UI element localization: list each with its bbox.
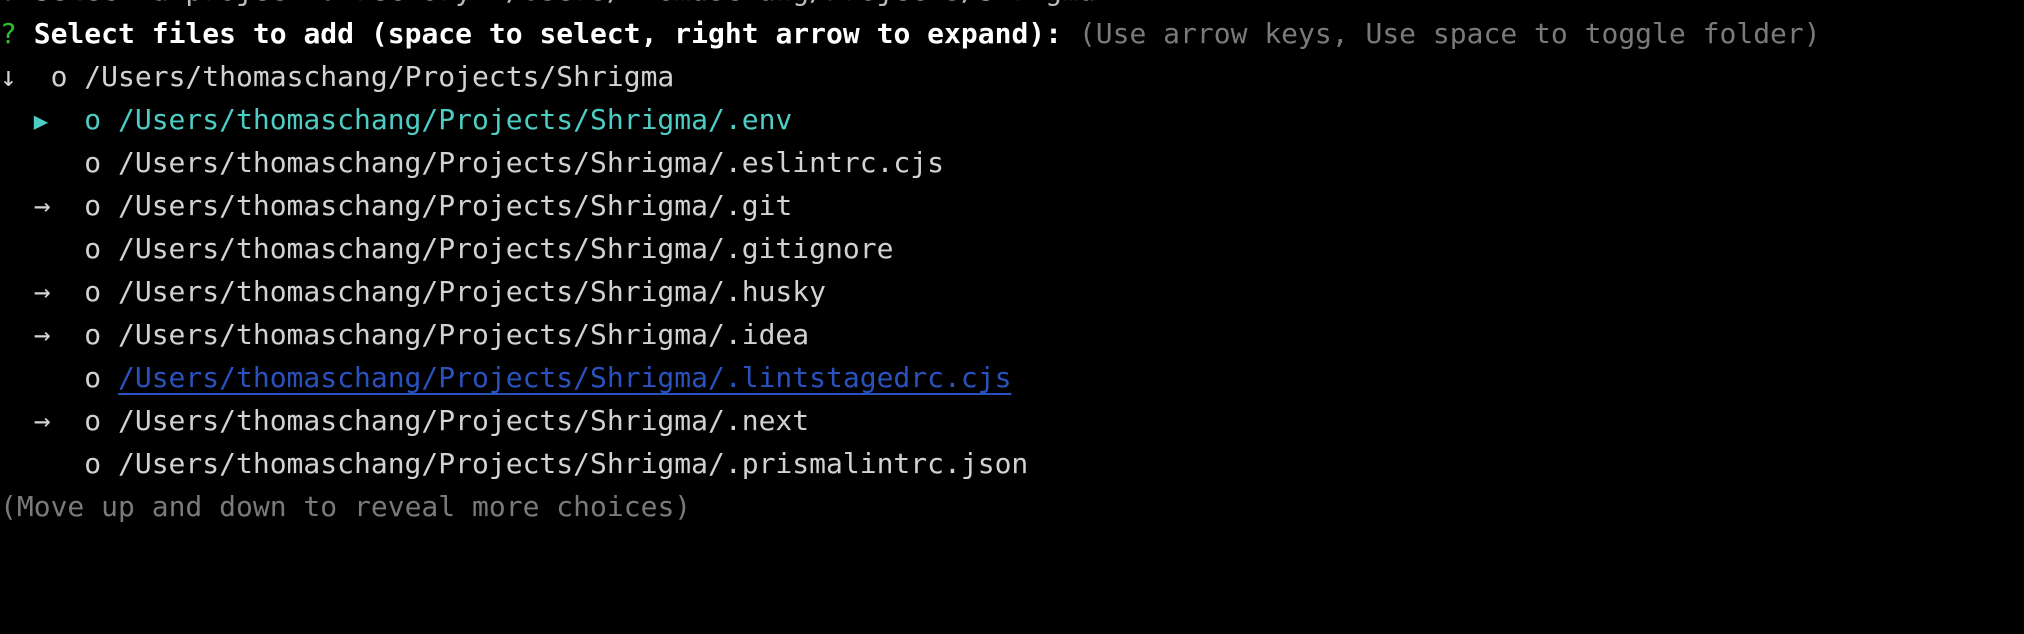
tree-row-spacer [34,442,85,485]
arrow-down-icon[interactable]: ↓ [0,55,51,98]
file-tree-list[interactable]: ↓ o /Users/thomaschang/Projects/Shrigma … [0,55,2024,485]
tree-row-gap [101,361,118,394]
arrow-right-icon[interactable]: → [34,270,85,313]
tree-row-gap [101,275,118,308]
tree-row-indent [0,356,34,399]
tree-row-gap [101,447,118,480]
tree-row[interactable]: → o /Users/thomaschang/Projects/Shrigma/… [0,184,2024,227]
tree-row-indent [0,313,34,356]
triangle-right-icon[interactable]: ▶ [34,98,85,143]
tree-row-gap [101,103,118,136]
checkbox-circle-icon[interactable]: o [84,361,101,394]
checkbox-circle-icon[interactable]: o [84,189,101,222]
tree-row[interactable]: ▶ o /Users/thomaschang/Projects/Shrigma/… [0,98,2024,141]
tree-row-label[interactable]: /Users/thomaschang/Projects/Shrigma/.esl… [118,146,944,179]
tree-row-label[interactable]: /Users/thomaschang/Projects/Shrigma [84,60,674,93]
arrow-right-icon[interactable]: → [34,313,85,356]
tree-row-indent [0,399,34,442]
terminal-content: ? Select files to add (space to select, … [0,0,2024,528]
prompt-hint: (Use arrow keys, Use space to toggle fol… [1078,17,1821,50]
tree-row-spacer [34,141,85,184]
tree-row-label[interactable]: /Users/thomaschang/Projects/Shrigma/.nex… [118,404,809,437]
prompt-message: Select files to add (space to select, ri… [17,17,1821,50]
tree-row[interactable]: ↓ o /Users/thomaschang/Projects/Shrigma [0,55,2024,98]
tree-row-label[interactable]: /Users/thomaschang/Projects/Shrigma/.git… [118,232,893,265]
tree-row-gap [101,146,118,179]
tree-row-indent [0,442,34,485]
tree-row-gap [67,60,84,93]
tree-row-indent [0,227,34,270]
tree-row[interactable]: → o /Users/thomaschang/Projects/Shrigma/… [0,399,2024,442]
tree-row[interactable]: o /Users/thomaschang/Projects/Shrigma/.e… [0,141,2024,184]
tree-row-gap [101,318,118,351]
checkbox-circle-icon[interactable]: o [84,275,101,308]
checkbox-circle-icon[interactable]: o [84,232,101,265]
terminal-window[interactable]: ? Select a project directory: /Users/tho… [0,0,2024,634]
tree-row-gap [101,189,118,222]
checkbox-circle-icon[interactable]: o [51,60,68,93]
tree-row-gap [101,404,118,437]
tree-row-spacer [34,227,85,270]
checkbox-circle-icon[interactable]: o [84,404,101,437]
tree-row-label[interactable]: /Users/thomaschang/Projects/Shrigma/.git [118,189,792,222]
tree-row-label[interactable]: /Users/thomaschang/Projects/Shrigma/.ide… [118,318,809,351]
tree-row[interactable]: o /Users/thomaschang/Projects/Shrigma/.l… [0,356,2024,399]
tree-row[interactable]: o /Users/thomaschang/Projects/Shrigma/.g… [0,227,2024,270]
question-marker-icon: ? [0,17,17,50]
arrow-right-icon[interactable]: → [34,399,85,442]
checkbox-circle-icon[interactable]: o [84,447,101,480]
checkbox-circle-icon[interactable]: o [84,146,101,179]
tree-row-gap [101,232,118,265]
tree-row[interactable]: → o /Users/thomaschang/Projects/Shrigma/… [0,270,2024,313]
prompt-message-text: Select files to add (space to select, ri… [33,17,1063,50]
tree-row-label[interactable]: /Users/thomaschang/Projects/Shrigma/.env [118,103,792,136]
tree-row-indent [0,184,34,227]
tree-row-indent [0,98,34,141]
footer-hint: (Move up and down to reveal more choices… [0,490,692,523]
checkbox-circle-icon[interactable]: o [84,103,101,136]
tree-row-spacer [34,356,85,399]
tree-row-label[interactable]: /Users/thomaschang/Projects/Shrigma/.hus… [118,275,826,308]
tree-row-indent [0,141,34,184]
tree-row-label[interactable]: /Users/thomaschang/Projects/Shrigma/.lin… [118,361,1011,394]
tree-row[interactable]: → o /Users/thomaschang/Projects/Shrigma/… [0,313,2024,356]
arrow-right-icon[interactable]: → [34,184,85,227]
tree-row-label[interactable]: /Users/thomaschang/Projects/Shrigma/.pri… [118,447,1028,480]
tree-row[interactable]: o /Users/thomaschang/Projects/Shrigma/.p… [0,442,2024,485]
tree-row-indent [0,270,34,313]
checkbox-circle-icon[interactable]: o [84,318,101,351]
prompt-line: ? Select files to add (space to select, … [0,12,2024,55]
